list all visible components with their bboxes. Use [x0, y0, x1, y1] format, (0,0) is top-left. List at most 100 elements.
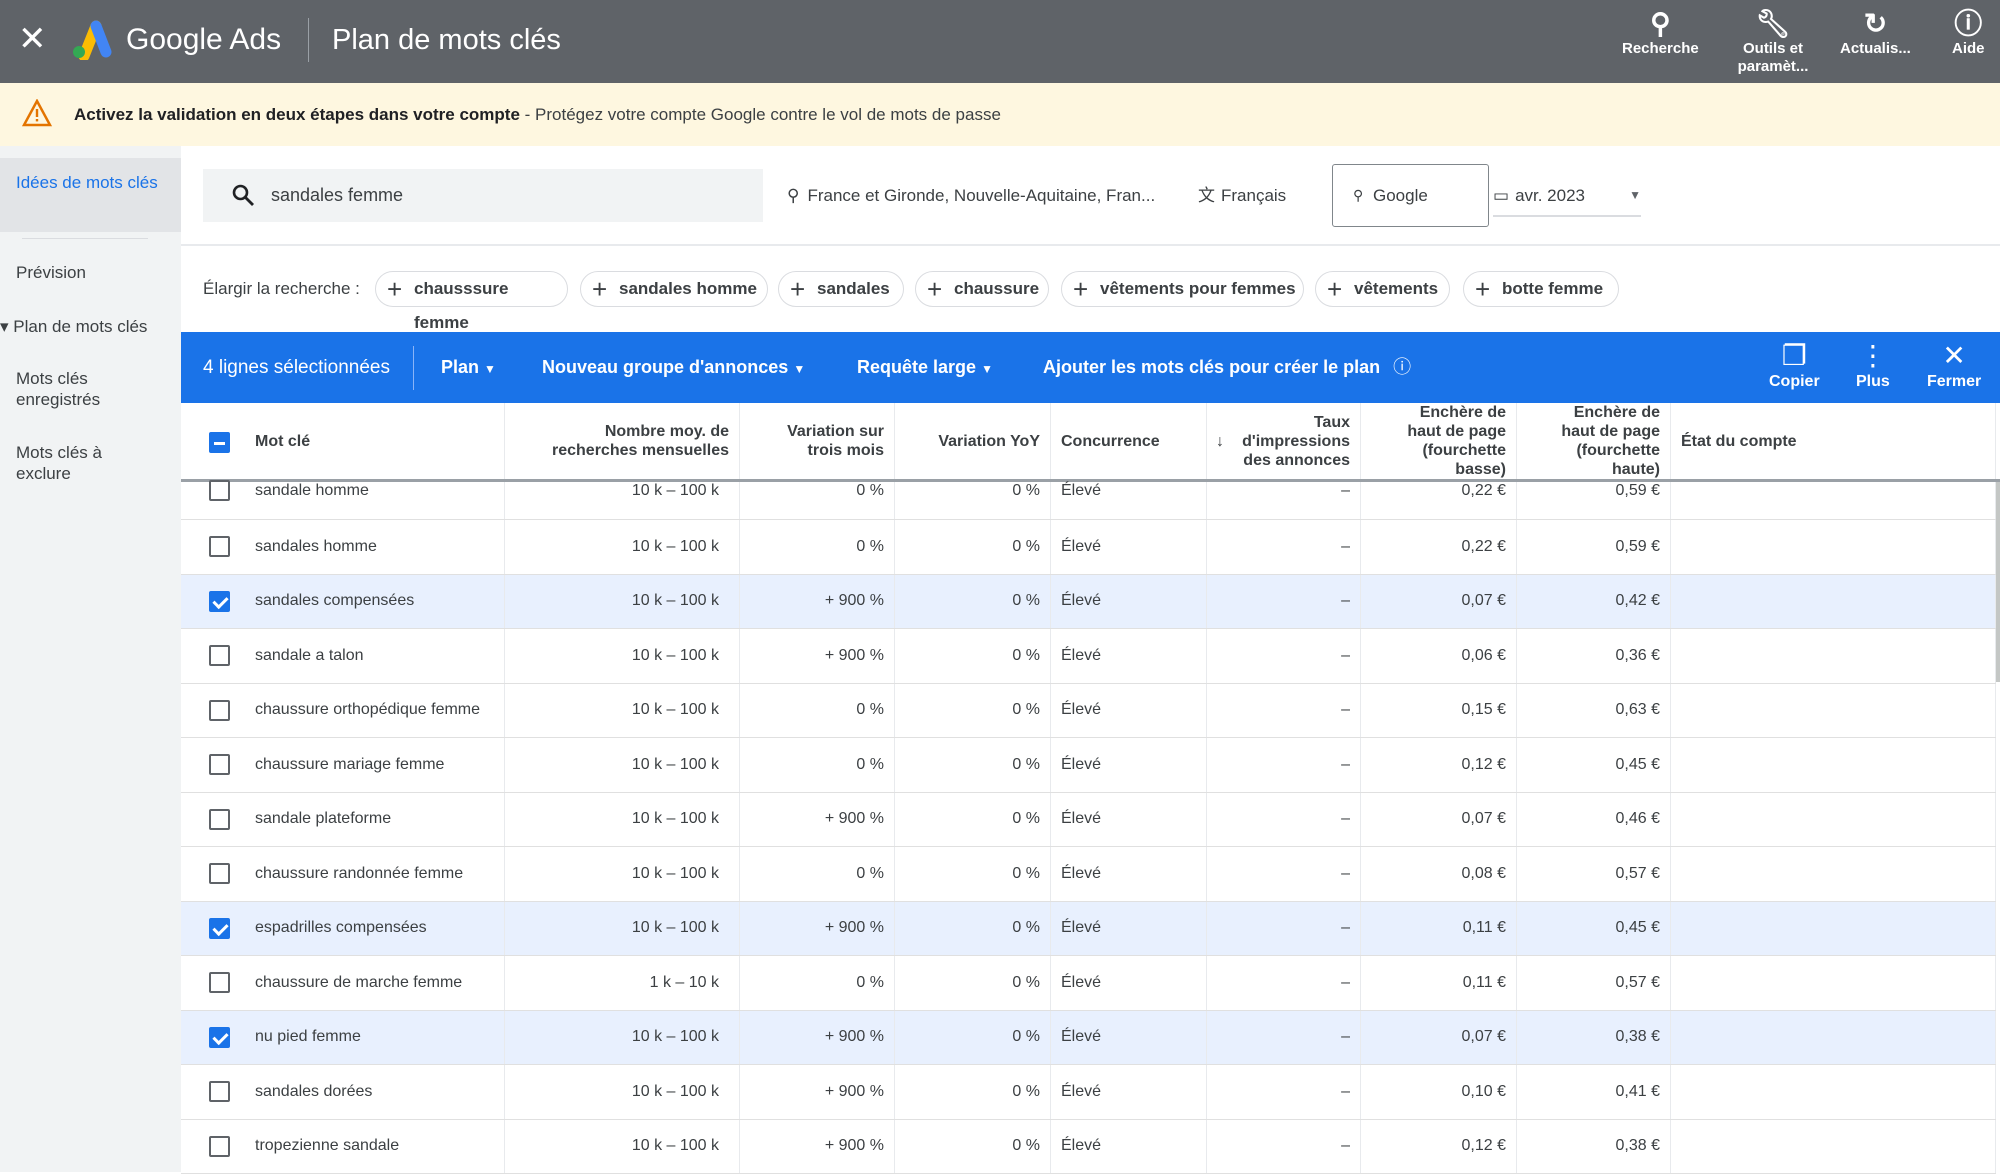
broaden-chip[interactable]: +chaussure [915, 271, 1049, 307]
scrollbar[interactable] [1996, 482, 2000, 682]
cell-bid-low: 0,11 € [1361, 902, 1517, 956]
search-button[interactable]: ⚲Recherche [1622, 8, 1699, 58]
table-row[interactable]: tropezienne sandale10 k – 100 k+ 900 %0 … [181, 1120, 1996, 1174]
cell-competition: Élevé [1051, 520, 1207, 574]
date-range-filter[interactable]: ▭avr. 2023▼ [1493, 169, 1641, 217]
cell-competition: Élevé [1051, 793, 1207, 847]
table-row[interactable]: espadrilles compensées10 k – 100 k+ 900 … [181, 902, 1996, 957]
cell-bid-high: 0,57 € [1517, 956, 1671, 1010]
close-icon[interactable]: ✕ [18, 22, 47, 56]
cell-yoy-change: 0 % [895, 482, 1051, 519]
broaden-chip[interactable]: +chausssure femme [375, 271, 568, 307]
help-icon: ⓘ [1952, 8, 1985, 40]
table-row[interactable]: chaussure mariage femme10 k – 100 k0 %0 … [181, 738, 1996, 793]
cell-account-status [1671, 575, 1996, 629]
cell-impression-share: – [1207, 575, 1361, 629]
language-value: Français [1221, 186, 1286, 205]
ad-group-dropdown[interactable]: Nouveau groupe d'annonces ▼ [542, 332, 805, 405]
caret-down-icon: ▼ [793, 362, 805, 376]
more-button[interactable]: ⋮Plus [1856, 340, 1890, 392]
help-icon[interactable]: ⓘ [1393, 357, 1411, 377]
plus-icon: + [927, 272, 942, 306]
broaden-search-label: Élargir la recherche : [203, 278, 360, 300]
column-header-three-month-change[interactable]: Variation sur trois mois [740, 403, 895, 479]
location-filter[interactable]: ⚲France et Gironde, Nouvelle-Aquitaine, … [787, 169, 1155, 222]
table-row[interactable]: chaussure orthopédique femme10 k – 100 k… [181, 684, 1996, 739]
cell-account-status [1671, 902, 1996, 956]
cell-yoy-change: 0 % [895, 684, 1051, 738]
table-row[interactable]: chaussure de marche femme1 k – 10 k0 %0 … [181, 956, 1996, 1011]
cell-yoy-change: 0 % [895, 902, 1051, 956]
table-row[interactable]: sandales dorées10 k – 100 k+ 900 %0 %Éle… [181, 1065, 1996, 1120]
table-row[interactable]: sandales homme10 k – 100 k0 %0 %Élevé–0,… [181, 520, 1996, 575]
translate-icon: 文 [1198, 186, 1215, 205]
table-row[interactable]: nu pied femme10 k – 100 k+ 900 %0 %Élevé… [181, 1011, 1996, 1066]
cell-yoy-change: 0 % [895, 1065, 1051, 1119]
table-header: Mot clé Nombre moy. de recherches mensuel… [181, 403, 2000, 482]
banner-title: Activez la validation en deux étapes dan… [74, 105, 520, 124]
cell-competition: Élevé [1051, 956, 1207, 1010]
sidebar-item-saved-keywords[interactable]: Mots clés enregistrés [0, 368, 181, 410]
plan-dropdown[interactable]: Plan ▼ [441, 332, 496, 405]
language-filter[interactable]: 文 Français [1198, 169, 1286, 222]
sidebar-item-keyword-ideas[interactable]: Idées de mots clés [0, 158, 181, 232]
cell-bid-high: 0,45 € [1517, 738, 1671, 792]
copy-button[interactable]: ❐Copier [1769, 340, 1820, 392]
column-header-yoy-change[interactable]: Variation YoY [895, 403, 1051, 479]
cell-yoy-change: 0 % [895, 1011, 1051, 1065]
column-header-impression-share[interactable]: ↓Taux d'impressions des annonces [1207, 403, 1361, 479]
table-row[interactable]: sandale homme10 k – 100 k0 %0 %Élevé–0,2… [181, 482, 1996, 520]
sort-arrow-icon: ↓ [1216, 432, 1224, 451]
table-row[interactable]: sandales compensées10 k – 100 k+ 900 %0 … [181, 575, 1996, 630]
broaden-chip[interactable]: +vêtements pour femmes [1061, 271, 1304, 307]
search-value: sandales femme [271, 185, 403, 205]
broaden-chip[interactable]: +vêtements [1315, 271, 1450, 307]
chip-label: vêtements pour femmes [1100, 279, 1296, 298]
main-content: sandales femme ⚲France et Gironde, Nouve… [181, 146, 2000, 1172]
cell-bid-low: 0,07 € [1361, 575, 1517, 629]
column-header-account-status[interactable]: État du compte [1671, 403, 1996, 479]
help-button[interactable]: ⓘAide [1952, 8, 1985, 58]
cell-impression-share: – [1207, 847, 1361, 901]
broaden-chip[interactable]: +sandales [778, 271, 904, 307]
cell-three-month-change: + 900 % [740, 1120, 895, 1174]
add-keywords-button[interactable]: Ajouter les mots clés pour créer le plan… [1043, 332, 1411, 403]
cell-bid-high: 0,59 € [1517, 520, 1671, 574]
match-type-dropdown[interactable]: Requête large ▼ [857, 332, 993, 405]
column-header-keyword[interactable]: Mot clé [181, 403, 505, 479]
sidebar-item-negative-keywords[interactable]: Mots clés à exclure [0, 442, 181, 484]
sidebar-item-keyword-plan[interactable]: ▾ Plan de mots clés [0, 316, 181, 337]
copy-label: Copier [1769, 373, 1820, 390]
cell-bid-high: 0,59 € [1517, 482, 1671, 519]
column-header-competition[interactable]: Concurrence [1051, 403, 1207, 479]
tools-button[interactable]: 🔧︎Outils et paramèt... [1730, 8, 1816, 76]
table-row[interactable]: sandale plateforme10 k – 100 k+ 900 %0 %… [181, 793, 1996, 848]
cell-impression-share: – [1207, 1065, 1361, 1119]
tools-button-label: Outils et paramèt... [1738, 40, 1809, 75]
cell-account-status [1671, 1065, 1996, 1119]
cell-bid-low: 0,22 € [1361, 482, 1517, 519]
cell-account-status [1671, 482, 1996, 519]
broaden-chip[interactable]: +sandales homme [580, 271, 768, 307]
cell-impression-share: – [1207, 793, 1361, 847]
column-header-avg-searches[interactable]: Nombre moy. de recherches mensuelles [505, 403, 740, 479]
broaden-chip[interactable]: +botte femme [1463, 271, 1619, 307]
cell-avg-searches: 10 k – 100 k [505, 482, 740, 519]
add-keywords-label: Ajouter les mots clés pour créer le plan [1043, 357, 1380, 377]
refresh-button[interactable]: ↻Actualis... [1840, 8, 1911, 58]
network-filter[interactable]: ⚲Google [1332, 164, 1489, 227]
column-header-bid-low[interactable]: Enchère de haut de page (fourchette bass… [1361, 403, 1517, 479]
column-header-label: Nombre moy. de recherches mensuelles [519, 422, 729, 460]
close-selection-button[interactable]: ✕Fermer [1927, 340, 1981, 392]
brand-name: Google Ads [126, 22, 281, 58]
cell-three-month-change: 0 % [740, 482, 895, 519]
table-row[interactable]: chaussure randonnée femme10 k – 100 k0 %… [181, 847, 1996, 902]
search-input[interactable]: sandales femme [203, 169, 763, 222]
column-header-bid-high[interactable]: Enchère de haut de page (fourchette haut… [1517, 403, 1671, 479]
cell-yoy-change: 0 % [895, 956, 1051, 1010]
chip-label: botte femme [1502, 279, 1603, 298]
network-icon: ⚲ [1353, 165, 1363, 226]
table-row[interactable]: sandale a talon10 k – 100 k+ 900 %0 %Éle… [181, 629, 1996, 684]
sidebar-item-forecast[interactable]: Prévision [0, 262, 181, 283]
cell-three-month-change: + 900 % [740, 575, 895, 629]
